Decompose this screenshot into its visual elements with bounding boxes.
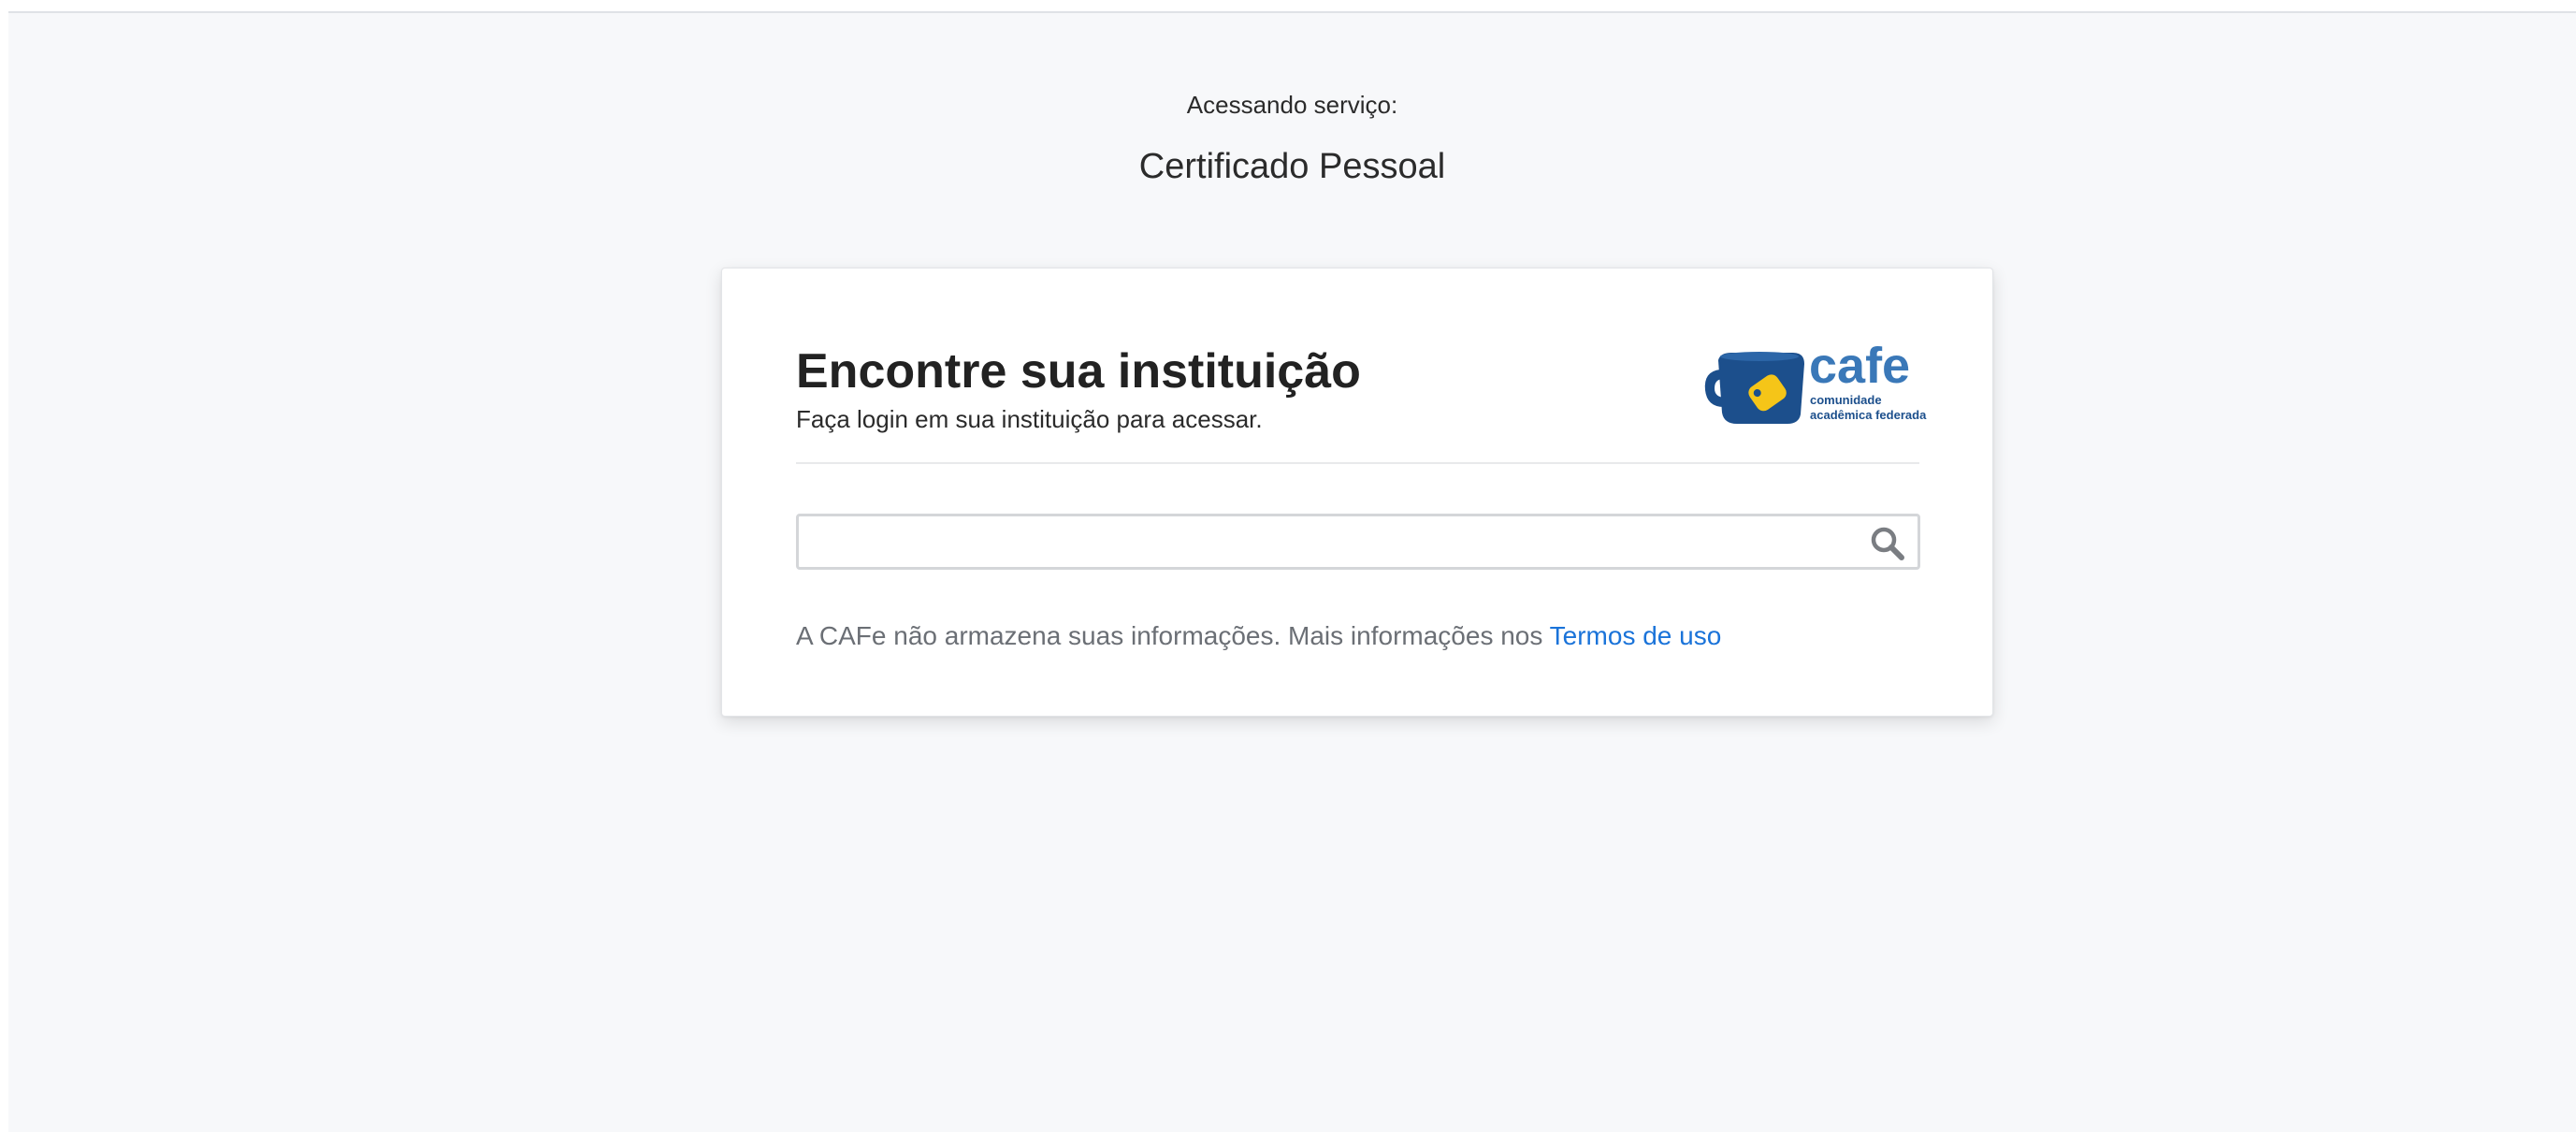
- logo-wordmark: cafe: [1809, 343, 1910, 394]
- search-icon[interactable]: [1869, 525, 1906, 562]
- cafe-logo: cafe comunidade acadêmica federada: [1704, 343, 1927, 424]
- privacy-disclaimer: A CAFe não armazena suas informações. Ma…: [796, 621, 1721, 651]
- service-label: Acessando serviço:: [1186, 91, 1398, 119]
- cafe-mug-icon: [1704, 352, 1804, 424]
- logo-tagline-2: acadêmica federada: [1810, 408, 1927, 422]
- institution-search-box: [796, 514, 1920, 570]
- card-divider: [796, 462, 1919, 464]
- disclaimer-text: A CAFe não armazena suas informações. Ma…: [796, 621, 1550, 650]
- card-subtitle: Faça login em sua instituição para acess…: [796, 405, 1263, 433]
- institution-search-input[interactable]: [799, 516, 1846, 567]
- institution-search-card: Encontre sua instituição Faça login em s…: [721, 268, 1993, 717]
- page-background: Acessando serviço: Certificado Pessoal E…: [8, 11, 2576, 1132]
- service-name: Certificado Pessoal: [1138, 147, 1446, 186]
- terms-of-use-link[interactable]: Termos de uso: [1550, 621, 1722, 650]
- logo-tagline-1: comunidade: [1810, 393, 1882, 407]
- card-title: Encontre sua instituição: [796, 344, 1361, 399]
